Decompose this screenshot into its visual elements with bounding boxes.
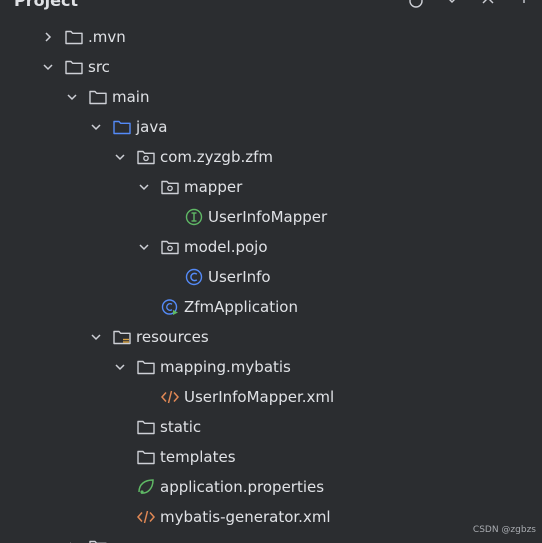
tree-node-label: com.zyzgb.zfm (160, 148, 274, 166)
folder-icon (64, 27, 84, 47)
tree-node[interactable]: mybatis-generator.xml (0, 502, 542, 532)
tree-node-label: src (88, 58, 110, 76)
chevron-down-icon[interactable] (136, 239, 152, 255)
project-header: Project (0, 0, 542, 19)
spring-properties-icon (136, 477, 156, 497)
chevron-down-icon[interactable] (64, 89, 80, 105)
tree-node[interactable]: application.properties (0, 472, 542, 502)
tree-node[interactable]: .mvn (0, 22, 542, 52)
tree-node[interactable]: com.zyzgb.zfm (0, 142, 542, 172)
tree-node-label: model.pojo (184, 238, 268, 256)
tree-node-label: mybatis-generator.xml (160, 508, 331, 526)
tree-node[interactable]: ZfmApplication (0, 292, 542, 322)
interface-icon (184, 207, 204, 227)
tree-node-label: templates (160, 448, 236, 466)
spring-app-icon (160, 297, 180, 317)
tree-node-label: static (160, 418, 202, 436)
chevron-right-icon[interactable] (64, 539, 80, 543)
xml-icon (136, 507, 156, 527)
tree-node[interactable]: UserInfoMapper (0, 202, 542, 232)
tree-node-label: application.properties (160, 478, 325, 496)
tree-node[interactable] (0, 532, 542, 543)
package-icon (160, 177, 180, 197)
more-options-icon[interactable] (516, 0, 532, 9)
source-folder-icon (112, 117, 132, 137)
project-title: Project (14, 0, 79, 10)
tree-node-label: main (112, 88, 150, 106)
chevron-down-icon[interactable] (112, 359, 128, 375)
tree-node-label: UserInfoMapper (208, 208, 328, 226)
folder-icon (136, 447, 156, 467)
class-icon (184, 267, 204, 287)
tree-node-label: mapper (184, 178, 243, 196)
tree-node[interactable]: mapping.mybatis (0, 352, 542, 382)
chevron-down-icon[interactable] (88, 329, 104, 345)
chevron-down-icon[interactable] (88, 119, 104, 135)
folder-icon (136, 417, 156, 437)
chevron-right-icon[interactable] (40, 29, 56, 45)
package-icon (136, 147, 156, 167)
tree-node-label: mapping.mybatis (160, 358, 291, 376)
chevron-down-icon[interactable] (40, 59, 56, 75)
tree-node[interactable]: main (0, 82, 542, 112)
tree-node-label: UserInfo (208, 268, 271, 286)
tree-node[interactable]: resources (0, 322, 542, 352)
project-tree: .mvn src main java com.zyzgb.zfm mapper UserIn… (0, 22, 542, 543)
watermark: CSDN @zgbzs (472, 525, 536, 535)
tree-node-label: java (136, 118, 168, 136)
tree-node[interactable]: src (0, 52, 542, 82)
chevron-down-icon[interactable] (112, 149, 128, 165)
tree-node[interactable]: java (0, 112, 542, 142)
xml-icon (160, 387, 180, 407)
package-icon (160, 237, 180, 257)
tree-node-label: ZfmApplication (184, 298, 298, 316)
resources-folder-icon (112, 327, 132, 347)
tree-node[interactable]: UserInfoMapper.xml (0, 382, 542, 412)
close-icon[interactable] (480, 0, 496, 9)
expand-all-icon[interactable] (444, 0, 460, 9)
folder-icon (64, 57, 84, 77)
project-tool-window: Project .mvn src main java com.zyzgb.zfm mapp… (0, 0, 542, 543)
tree-node-label: UserInfoMapper.xml (184, 388, 335, 406)
tree-node[interactable]: templates (0, 442, 542, 472)
tree-node[interactable]: UserInfo (0, 262, 542, 292)
tree-node[interactable]: static (0, 412, 542, 442)
tree-node-label: resources (136, 328, 209, 346)
tree-node-label: .mvn (88, 28, 126, 46)
chevron-down-icon[interactable] (136, 179, 152, 195)
tree-node[interactable]: model.pojo (0, 232, 542, 262)
folder-icon (136, 357, 156, 377)
folder-icon (88, 87, 108, 107)
folder-icon (88, 537, 108, 543)
locate-icon[interactable] (408, 0, 424, 9)
tree-node[interactable]: mapper (0, 172, 542, 202)
header-toolbar (408, 0, 532, 9)
